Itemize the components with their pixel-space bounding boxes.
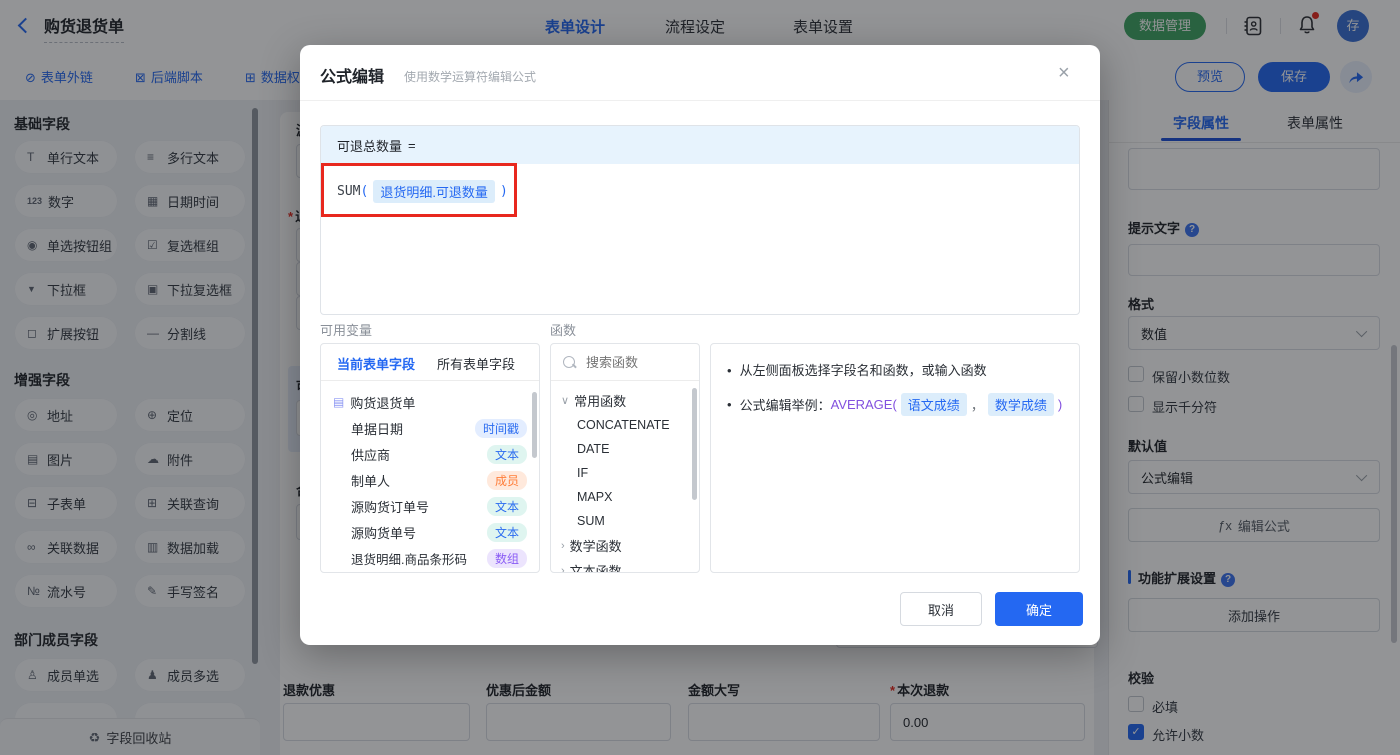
function-item[interactable]: SUM: [551, 509, 699, 533]
field-chip[interactable]: 退货明细.可退数量: [373, 180, 495, 203]
variable-name: 源购货订单号: [351, 499, 430, 515]
variable-row[interactable]: [321, 571, 539, 572]
type-badge: 文本: [486, 445, 527, 464]
close-icon[interactable]: ×: [1058, 63, 1070, 83]
cancel-button[interactable]: 取消: [900, 592, 982, 626]
example-chip: 语文成绩: [900, 393, 967, 416]
variable-name: 供应商: [351, 447, 391, 463]
function-group-math[interactable]: › 数学函数: [551, 533, 699, 558]
search-icon: [563, 356, 575, 368]
example-function: AVERAGE(: [830, 397, 897, 412]
variable-tree-root[interactable]: ▤ 购货退货单: [321, 389, 539, 415]
variables-scrollbar[interactable]: [532, 392, 537, 458]
variable-row[interactable]: 制单人 成员: [321, 467, 539, 493]
close-paren: ): [499, 184, 508, 199]
tip-line-2: • 公式编辑举例： AVERAGE( 语文成绩 ， 数学成绩 ): [727, 393, 1079, 416]
tip-example-prefix: 公式编辑举例：: [739, 398, 831, 413]
formula-target-bar: 可退总数量 =: [321, 126, 1079, 164]
function-item[interactable]: IF: [551, 461, 699, 485]
formula-input-area[interactable]: 可退总数量 = SUM( 退货明细.可退数量): [320, 125, 1080, 315]
function-group-common[interactable]: ∨ 常用函数: [551, 388, 699, 413]
function-group-text[interactable]: › 文本函数: [551, 558, 699, 573]
tab-all-form-fields[interactable]: 所有表单字段: [437, 354, 515, 373]
confirm-button[interactable]: 确定: [995, 592, 1083, 626]
type-badge: 文本: [486, 497, 527, 516]
bullet: •: [727, 363, 732, 378]
open-paren: (: [360, 184, 369, 199]
function-item[interactable]: CONCATENATE: [551, 413, 699, 437]
comma: ，: [970, 398, 984, 413]
variable-name: 单据日期: [351, 421, 404, 437]
functions-panel: ∨常用函数 CONCATENATE DATE IF MAPX SUM ›数学函数…: [550, 343, 700, 573]
formula-editor-modal: 公式编辑 使用数学运算符编辑公式 × 可退总数量 = SUM(退货明细.可退数量)…: [300, 45, 1100, 645]
variable-row[interactable]: 供应商 文本: [321, 441, 539, 467]
root-name: 购货退货单: [350, 395, 416, 411]
tip-text: 从左侧面板选择字段名和函数，或输入函数: [739, 363, 987, 378]
chevron-right-icon: ›: [561, 539, 565, 552]
function-item[interactable]: MAPX: [551, 485, 699, 509]
variable-row[interactable]: 退货明细.商品条形码 数组: [321, 545, 539, 571]
variables-tabs: 当前表单字段 所有表单字段: [321, 344, 539, 381]
bullet: •: [727, 397, 732, 412]
variable-row[interactable]: 源购货订单号 文本: [321, 493, 539, 519]
modal-subtitle: 使用数学运算符编辑公式: [404, 70, 537, 84]
type-badge: 时间戳: [474, 419, 527, 438]
chevron-right-icon: ›: [561, 564, 565, 573]
functions-scrollbar[interactable]: [692, 388, 697, 500]
formula-target-name: 可退总数量: [337, 138, 403, 154]
type-badge: 成员: [486, 471, 527, 490]
formula-expression[interactable]: SUM( 退货明细.可退数量): [321, 164, 1079, 219]
functions-label: 函数: [550, 323, 577, 338]
variable-row[interactable]: 源购货单号 文本: [321, 519, 539, 545]
variable-row[interactable]: 单据日期 时间戳: [321, 415, 539, 441]
app-window: 购货退货单 表单设计 流程设定 表单设置 数据管理 存 ⊘ 表单外链 ⊠ 后端脚本 …: [0, 0, 1400, 755]
variables-panel: 当前表单字段 所有表单字段 ▤ 购货退货单 单据日期 时间戳 供应商 文本 制单人 成员…: [320, 343, 540, 573]
document-icon: ▤: [333, 395, 345, 409]
tip-line-1: • 从左侧面板选择字段名和函数，或输入函数: [727, 360, 1079, 379]
tips-panel: • 从左侧面板选择字段名和函数，或输入函数 • 公式编辑举例： AVERAGE( …: [710, 343, 1080, 573]
example-close-paren: ): [1057, 397, 1063, 412]
modal-title: 公式编辑: [320, 69, 385, 86]
search-input[interactable]: [584, 353, 683, 371]
divider: [300, 100, 1100, 101]
tab-current-form-fields[interactable]: 当前表单字段: [337, 354, 415, 373]
variables-label: 可用变量: [320, 323, 373, 338]
function-search[interactable]: [551, 344, 699, 381]
type-badge: 数组: [486, 549, 527, 568]
variable-name: 退货明细.商品条形码: [351, 552, 467, 567]
equals-sign: =: [408, 137, 416, 153]
function-name: SUM: [337, 184, 361, 199]
chevron-down-icon: ∨: [561, 395, 570, 407]
variable-name: 源购货单号: [351, 525, 417, 541]
type-badge: 文本: [486, 523, 527, 542]
variable-name: 制单人: [351, 473, 391, 489]
example-chip: 数学成绩: [987, 393, 1054, 416]
function-item[interactable]: DATE: [551, 437, 699, 461]
